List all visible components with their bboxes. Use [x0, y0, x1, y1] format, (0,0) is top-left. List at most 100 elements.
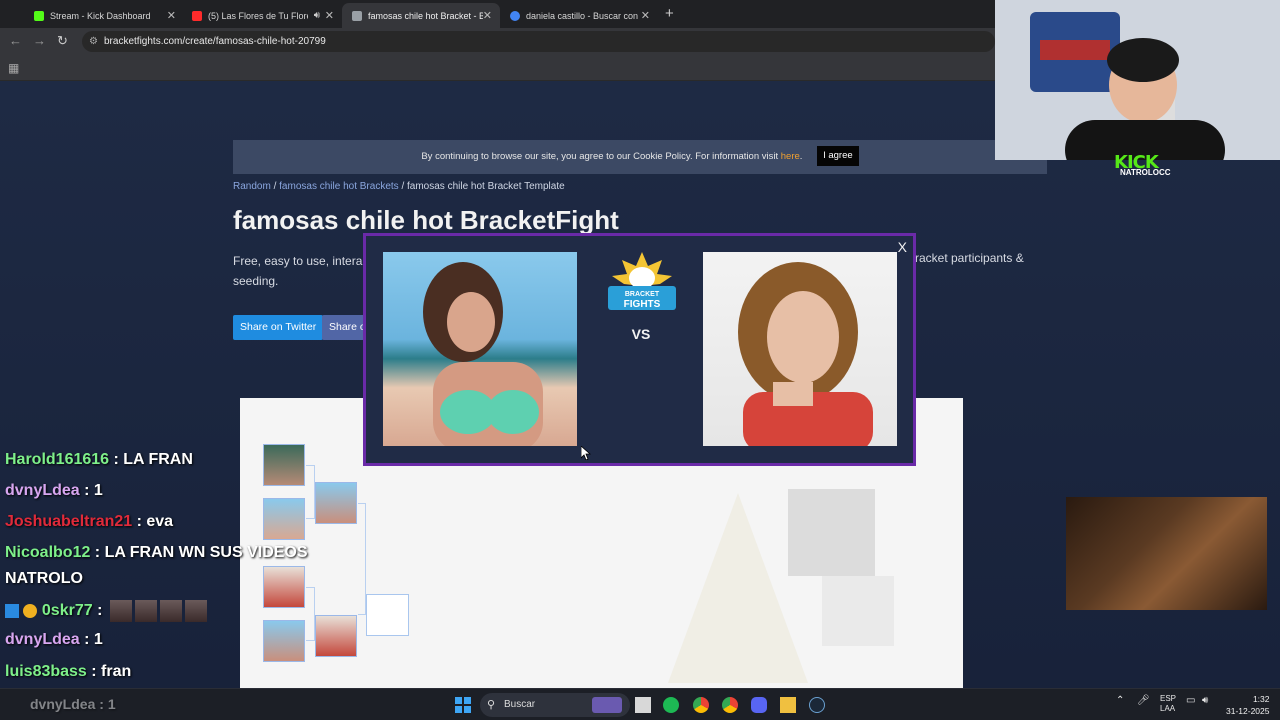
bracket-participant[interactable]	[263, 566, 305, 608]
reload-icon[interactable]: ↻	[57, 33, 68, 49]
contestant-left-figure	[423, 262, 543, 446]
windows-start-icon[interactable]	[455, 697, 471, 713]
chat-message: 0skr77 :	[5, 600, 207, 622]
game-preview	[1066, 497, 1267, 610]
chrome-icon[interactable]	[722, 697, 738, 713]
chat-message: dvnyLdea : 1	[5, 631, 103, 649]
vs-label: VS	[631, 326, 651, 342]
browser-nav-bar: ← → ↻ ⚙︎ bracketfights.com/create/famosa…	[0, 28, 995, 55]
emote-icon	[109, 600, 132, 622]
chat-separator: :	[79, 482, 94, 499]
language-indicator[interactable]: ESP LAA	[1160, 694, 1176, 714]
tab-google[interactable]: daniela castillo - Buscar con Go ✕	[500, 3, 658, 28]
page-title: famosas chile hot BracketFight	[233, 205, 619, 235]
chat-message: Joshuabeltran21 : eva	[5, 513, 173, 531]
search-label: Buscar	[504, 699, 536, 710]
bracket-participant[interactable]	[263, 620, 305, 662]
speaker-icon[interactable]: 🔊︎	[314, 10, 320, 21]
svg-text:BRACKET: BRACKET	[625, 291, 660, 298]
bracketfights-logo-graphic: BRACKET FIGHTS	[608, 252, 676, 310]
chat-message: Nicoalbo12 : LA FRAN WN SUS VIDEOS	[5, 544, 308, 562]
close-icon[interactable]: ✕	[483, 9, 492, 22]
site-info-icon[interactable]: ⚙︎	[89, 31, 98, 52]
bracket-empty-slot[interactable]	[366, 594, 409, 636]
task-view-icon[interactable]	[635, 697, 651, 713]
cookie-banner: By continuing to browse our site, you ag…	[233, 140, 1047, 174]
tab-label: Stream - Kick Dashboard	[50, 10, 151, 21]
emote-icon	[134, 600, 157, 622]
address-bar[interactable]: ⚙︎ bracketfights.com/create/famosas-chil…	[82, 31, 995, 52]
close-icon[interactable]: ✕	[167, 9, 176, 22]
bracket-participant[interactable]	[315, 615, 357, 657]
volume-icon[interactable]: 🔊︎	[1202, 695, 1208, 706]
webcam-figure	[995, 0, 1280, 160]
network-icon[interactable]: ▭	[1186, 695, 1195, 706]
agree-button[interactable]: I agree	[817, 146, 859, 167]
chat-separator: :	[90, 544, 105, 561]
chat-separator: :	[95, 696, 108, 712]
chat-text: 1	[107, 696, 116, 712]
chat-separator: :	[92, 602, 107, 620]
microphone-icon[interactable]: 🎤︎	[1137, 695, 1150, 706]
tray-chevron-icon[interactable]: ⌃	[1116, 695, 1124, 706]
channel-name: NATROLOCC	[1120, 168, 1171, 177]
share-twitter-button[interactable]: Share on Twitter	[233, 315, 324, 340]
chat-username: Nicoalbo12	[5, 544, 91, 561]
chrome-icon[interactable]	[693, 697, 709, 713]
cookie-link[interactable]: here	[781, 151, 800, 162]
description-end: racket participants &	[915, 251, 1024, 265]
browser-tab-bar: Stream - Kick Dashboard ✕ (5) Las Flores…	[0, 0, 995, 28]
chat-message: Harold161616 : LA FRAN	[5, 451, 193, 469]
steam-icon[interactable]	[809, 697, 825, 713]
webcam-overlay	[995, 0, 1280, 160]
bracket-participant[interactable]	[263, 444, 305, 486]
close-icon[interactable]: ✕	[641, 9, 650, 22]
close-icon[interactable]: ✕	[325, 9, 334, 22]
tab-bracket[interactable]: famosas chile hot Bracket - Bra ✕	[342, 3, 500, 28]
badge-icon	[23, 604, 38, 618]
chat-message: NATROLO	[5, 570, 83, 588]
chat-text: fran	[101, 663, 132, 680]
new-tab-icon[interactable]: +	[665, 5, 674, 22]
breadcrumb-current: famosas chile hot Bracket Template	[407, 181, 565, 192]
close-modal-button[interactable]: X	[898, 239, 907, 255]
forward-icon[interactable]: →	[33, 33, 46, 48]
breadcrumb-random[interactable]: Random	[233, 181, 271, 192]
bracket-line	[306, 587, 315, 641]
folder-icon[interactable]	[780, 697, 796, 713]
chat-separator: :	[86, 663, 102, 680]
keyboard-layout: LAA	[1160, 704, 1176, 713]
chat-message: dvnyLdea : 1	[30, 696, 116, 712]
tab-youtube[interactable]: (5) Las Flores de Tu Florero 🔊︎ ✕	[182, 3, 342, 28]
contestant-right-image[interactable]	[703, 252, 897, 446]
discord-icon[interactable]	[751, 697, 767, 713]
chat-username: dvnyLdea	[5, 631, 80, 648]
back-icon[interactable]: ←	[9, 33, 22, 48]
emote-icon	[159, 600, 182, 622]
url-text: bracketfights.com/create/famosas-chile-h…	[104, 36, 326, 47]
breadcrumb-brackets[interactable]: famosas chile hot Brackets	[279, 181, 399, 192]
chat-text: 1	[93, 631, 103, 648]
google-icon	[510, 10, 520, 21]
taskbar-clock[interactable]: 1:32 31-12-2025	[1226, 693, 1269, 717]
spotify-icon[interactable]	[663, 697, 679, 713]
background-shape	[788, 489, 875, 576]
kick-icon	[34, 10, 44, 21]
search-icon: ⚲	[487, 699, 496, 711]
apps-grid-icon[interactable]: ▦	[8, 61, 19, 75]
badge-icon	[5, 604, 19, 618]
description-line-1: Free, easy to use, intera	[233, 254, 363, 268]
contestant-left-image[interactable]	[383, 252, 577, 446]
youtube-icon	[192, 10, 202, 21]
chat-text: LA FRAN WN SUS VIDEOS	[104, 544, 308, 561]
bracketfights-logo: BRACKET FIGHTS	[602, 250, 682, 314]
chat-separator: :	[132, 513, 147, 530]
taskbar-search[interactable]: ⚲ Buscar	[480, 693, 630, 717]
bracket-participant[interactable]	[263, 498, 305, 540]
breadcrumb-sep: /	[273, 181, 277, 192]
tab-label: (5) Las Flores de Tu Florero	[208, 10, 308, 21]
bracket-participant[interactable]	[315, 482, 357, 524]
tab-kick-dashboard[interactable]: Stream - Kick Dashboard ✕	[24, 3, 184, 28]
chat-username: dvnyLdea	[30, 696, 96, 712]
chat-username: luis83bass	[5, 663, 87, 680]
